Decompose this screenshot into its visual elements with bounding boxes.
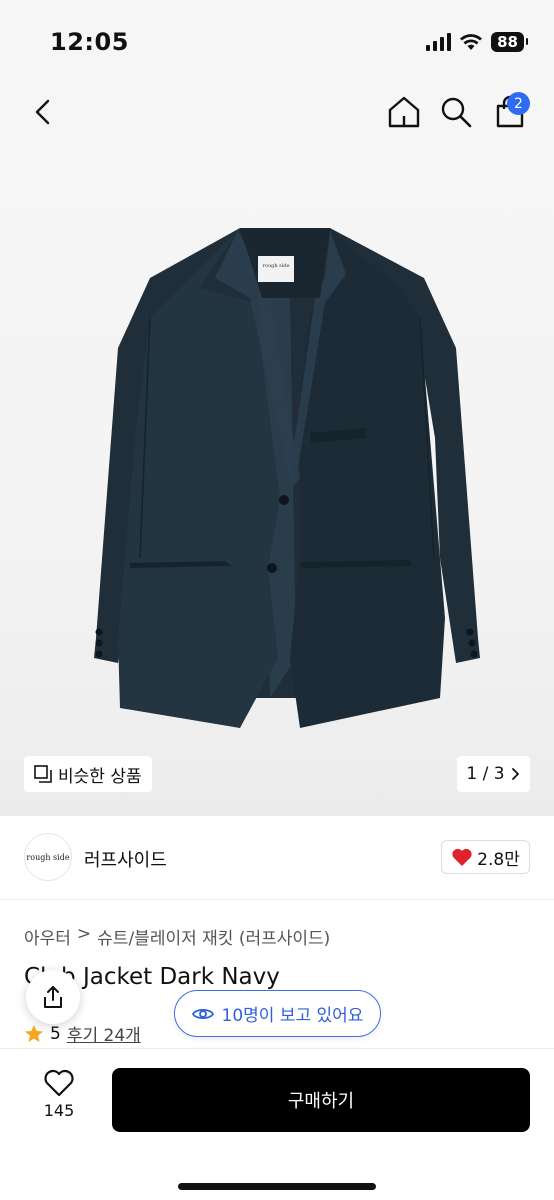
back-icon[interactable] <box>28 96 60 128</box>
wifi-icon <box>460 34 483 50</box>
brand-like-count: 2.8만 <box>477 849 520 870</box>
buy-button[interactable]: 구매하기 <box>112 1068 530 1132</box>
image-pager-text: 1 / 3 <box>466 764 505 784</box>
star-icon <box>25 1024 43 1042</box>
similar-icon <box>34 765 52 783</box>
reviews-link[interactable]: 후기 24개 <box>67 1021 141 1046</box>
similar-products-label: 비슷한 상품 <box>58 766 142 787</box>
image-pager[interactable]: 1 / 3 <box>457 756 530 792</box>
breadcrumb-item-outer[interactable]: 아우터 <box>24 924 71 949</box>
breadcrumb: 아우터 > 슈트/블레이저 재킷 (러프사이드) <box>24 924 330 949</box>
brand-logo-text: rough side <box>26 852 70 862</box>
share-icon <box>44 986 62 1008</box>
home-icon[interactable] <box>386 94 422 130</box>
bottom-bar: 145 구매하기 <box>0 1048 554 1200</box>
viewers-indicator: 10명이 보고 있어요 <box>174 990 381 1037</box>
cart-count-badge: 2 <box>507 92 530 115</box>
jacket-image: rough side <box>94 228 480 728</box>
wishlist-count: 145 <box>43 1101 75 1120</box>
brand-like-button[interactable]: 2.8만 <box>441 840 530 874</box>
similar-products-button[interactable]: 비슷한 상품 <box>24 756 152 792</box>
product-image[interactable]: rough side <box>0 138 554 816</box>
rating-value: 5 <box>50 1023 61 1044</box>
search-icon[interactable] <box>438 94 474 130</box>
status-time: 12:05 <box>50 28 129 56</box>
rating-row: 5 후기 24개 <box>24 1021 141 1046</box>
viewers-label: 10명이 보고 있어요 <box>221 1006 364 1026</box>
eye-icon <box>191 1008 214 1019</box>
breadcrumb-separator: > <box>76 924 92 944</box>
brand-name[interactable]: 러프사이드 <box>84 846 167 872</box>
share-button[interactable] <box>26 970 80 1024</box>
home-indicator <box>178 1183 376 1190</box>
jacket-brand-tag: rough side <box>263 263 290 269</box>
battery-indicator: 88 <box>491 32 528 52</box>
heart-icon <box>452 848 472 866</box>
status-icons: 88 <box>426 32 528 52</box>
chevron-right-icon <box>511 768 519 780</box>
breadcrumb-item-category[interactable]: 슈트/블레이저 재킷 (러프사이드) <box>97 924 330 949</box>
signal-icon <box>426 33 452 51</box>
nav-bar <box>0 88 554 138</box>
wishlist-button[interactable]: 145 <box>28 1069 90 1129</box>
brand-logo[interactable]: rough side <box>24 833 72 881</box>
wishlist-heart-icon <box>44 1069 74 1097</box>
status-bar: 12:05 88 <box>0 0 554 88</box>
brand-row: rough side 러프사이드 2.8만 <box>0 816 554 900</box>
